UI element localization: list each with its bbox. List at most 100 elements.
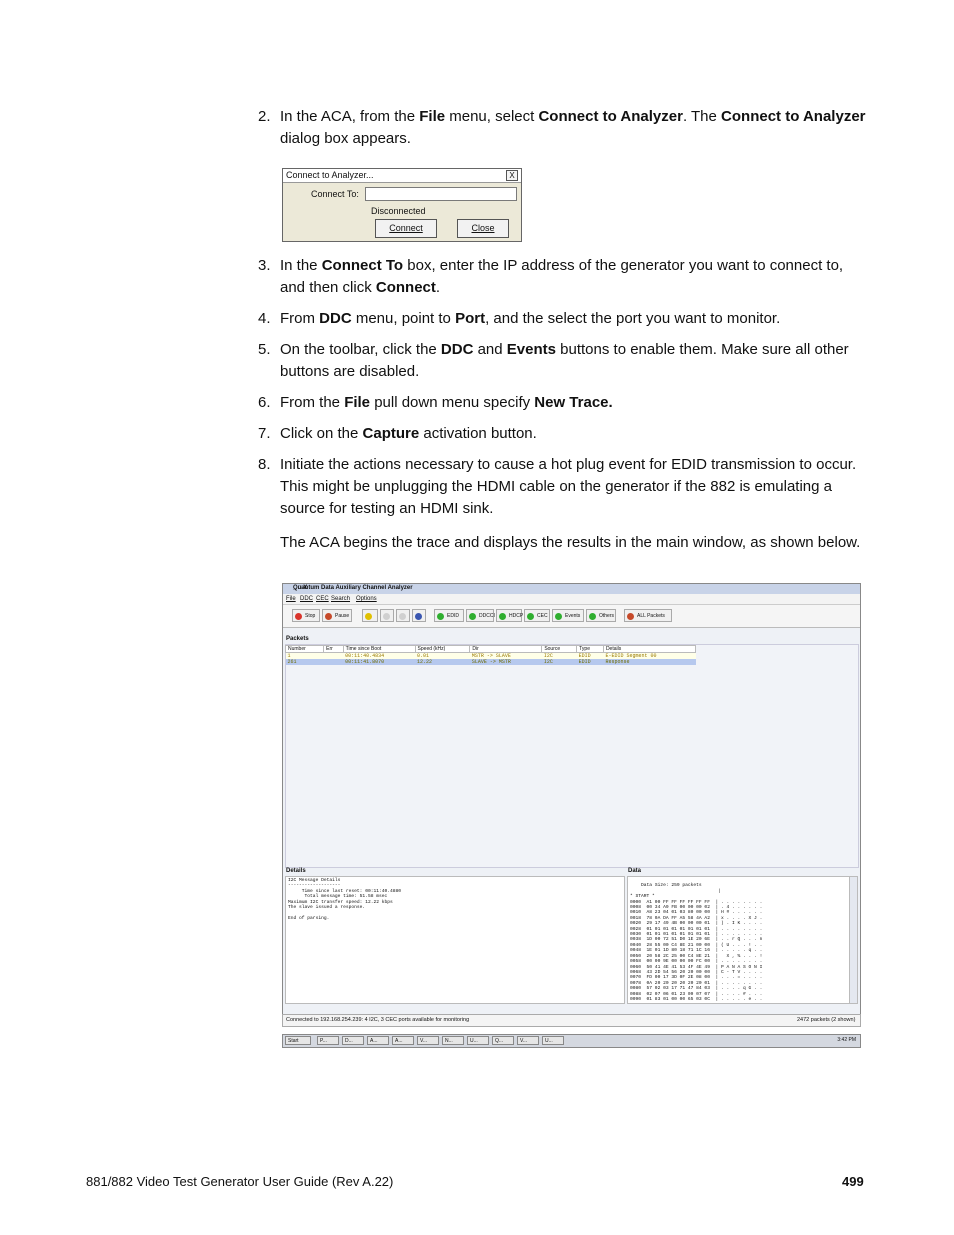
toolbar-icon [383, 613, 390, 620]
step-text: In the ACA, from the File menu, select C… [280, 106, 870, 150]
table-row[interactable]: 261 00:11:41.8070 12.22 SLAVE -> MSTR I2C EDI… [285, 659, 696, 665]
toolbar-button-label: EDID [447, 613, 459, 619]
menu-ddc[interactable]: DDC [300, 596, 313, 602]
bold-term: Connect to Analyzer [538, 108, 683, 125]
toolbar-icon [437, 613, 444, 620]
bold-term: File [344, 394, 371, 411]
step-text: In the Connect To box, enter the IP addr… [280, 255, 870, 299]
toolbar-button-label: DDCCI [479, 613, 495, 619]
details-panel: I2C Message Details ------------------- … [285, 876, 625, 1004]
text-run: On the toolbar, click the [280, 341, 441, 358]
table-cell: Response [603, 659, 696, 665]
toolbar-button-ddcci[interactable]: DDCCI [466, 609, 495, 622]
window-controls[interactable]: _ □ X [293, 585, 858, 591]
step-text: Initiate the actions necessary to cause … [280, 454, 870, 520]
menu-search[interactable]: Search [331, 596, 350, 602]
table-cell: I2C [541, 659, 577, 665]
toolbar-button-label: Stop [305, 613, 316, 619]
toolbar-button-tool-4[interactable] [396, 609, 410, 622]
toolbar-button-label: ALL Packets [637, 613, 665, 619]
column-header[interactable]: Number [284, 645, 325, 653]
taskbar-item[interactable]: P... [317, 1036, 339, 1045]
toolbar-button-label: Pause [335, 613, 350, 619]
taskbar-item[interactable]: D... [342, 1036, 364, 1045]
column-header[interactable]: Time since Boot [342, 645, 416, 653]
table-cell: EDID [576, 659, 604, 665]
toolbar-button-others[interactable]: Others [586, 609, 616, 622]
taskbar-item[interactable]: A... [367, 1036, 389, 1045]
text-run: menu, select [445, 108, 539, 125]
packets-table: Number Err Time since Boot Speed (kHz) Dir So… [284, 645, 697, 665]
table-cell [323, 659, 344, 665]
taskbar-item[interactable]: U... [467, 1036, 489, 1045]
toolbar-button-label: CEC [537, 613, 548, 619]
column-header[interactable]: Err [323, 645, 344, 653]
text-run: activation button. [419, 425, 537, 442]
text-run: , and the select the port you want to mo… [485, 310, 781, 327]
table-cell: 261 [285, 659, 324, 665]
step-text: From the File pull down menu specify New… [280, 392, 870, 414]
toolbar-button-pause[interactable]: Pause [322, 609, 352, 622]
column-header[interactable]: Details [602, 645, 697, 653]
text-run: dialog box appears. [280, 130, 411, 147]
taskbar-item[interactable]: U... [542, 1036, 564, 1045]
column-header[interactable]: Source [541, 645, 578, 653]
bold-term: Connect to Analyzer [721, 108, 866, 125]
close-icon[interactable]: X [506, 170, 518, 181]
column-header[interactable]: Speed (kHz) [414, 645, 471, 653]
text-run: Click on the [280, 425, 363, 442]
toolbar-icon [415, 613, 422, 620]
menu-options[interactable]: Options [356, 596, 377, 602]
footer-title: 881/882 Video Test Generator User Guide … [86, 1174, 394, 1189]
step-number: 4. [258, 310, 271, 327]
status-right: 2472 packets (2 shown) [797, 1017, 856, 1023]
text-run: In the [280, 257, 322, 274]
bold-term: New Trace. [534, 394, 613, 411]
step-text: On the toolbar, click the DDC and Events… [280, 339, 870, 383]
bold-term: Capture [362, 425, 420, 442]
app-title-bar: Quantum Data Auxiliary Channel Analyzer … [283, 584, 860, 594]
dialog-title-bar: Connect to Analyzer... X [283, 169, 521, 183]
toolbar-button-tool-3[interactable] [380, 609, 394, 622]
step-text: Click on the Capture activation button. [280, 423, 870, 445]
toolbar-button-cec[interactable]: CEC [524, 609, 550, 622]
menu-bar: File DDC CEC Search Options [283, 594, 860, 605]
toolbar-icon [627, 613, 634, 620]
taskbar-item[interactable]: A... [392, 1036, 414, 1045]
text-run: and [473, 341, 507, 358]
table-cell: 12.22 [415, 659, 470, 665]
taskbar-item[interactable]: N... [442, 1036, 464, 1045]
data-scrollbar[interactable] [849, 877, 857, 1003]
step-number: 6. [258, 394, 271, 411]
toolbar-button-events[interactable]: Events [552, 609, 584, 622]
toolbar-button-label: Others [599, 613, 615, 619]
connect-to-label: Connect To: [311, 189, 359, 199]
packets-label: Packets [286, 636, 309, 642]
page-number: 499 [842, 1174, 864, 1189]
toolbar-button-stop[interactable]: Stop [292, 609, 320, 622]
taskbar-item[interactable]: V... [517, 1036, 539, 1045]
column-header[interactable]: Dir [469, 645, 543, 653]
toolbar-button-tool-5[interactable] [412, 609, 426, 622]
toolbar-button-all-packets[interactable]: ALL Packets [624, 609, 672, 622]
data-text: Data Size: 259 packets | * START * 0000 … [630, 883, 763, 1002]
toolbar-button-label: Events [565, 613, 581, 619]
close-button[interactable]: Close [457, 219, 509, 238]
toolbar-icon [295, 613, 302, 620]
taskbar-item[interactable]: V... [417, 1036, 439, 1045]
menu-cec[interactable]: CEC [316, 596, 329, 602]
text-run: In the ACA, from the [280, 108, 420, 125]
table-cell: SLAVE -> MSTR [469, 659, 542, 665]
toolbar-icon [469, 613, 476, 620]
toolbar-icon [527, 613, 534, 620]
toolbar-button-edid[interactable]: EDID [434, 609, 464, 622]
toolbar-button-hdcp[interactable]: HDCP [496, 609, 523, 622]
toolbar-button-tool-2[interactable] [362, 609, 378, 622]
taskbar-item[interactable]: Q... [492, 1036, 514, 1045]
start-button[interactable]: Start [285, 1036, 311, 1045]
text-run: From [280, 310, 320, 327]
menu-file[interactable]: File [286, 596, 296, 602]
connect-to-input[interactable] [365, 187, 517, 201]
connect-button[interactable]: Connect [375, 219, 437, 238]
column-header[interactable]: Type [576, 645, 604, 653]
